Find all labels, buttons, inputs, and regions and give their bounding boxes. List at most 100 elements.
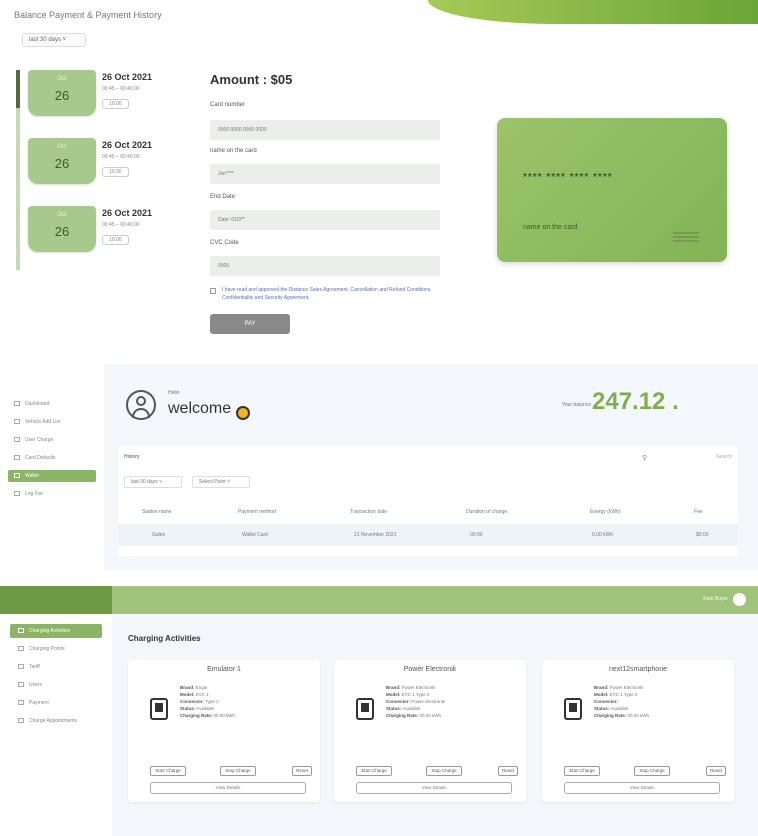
- history-badge: 10.00: [102, 99, 129, 109]
- info-value: EVC 1: [195, 692, 209, 697]
- scroll-thumb[interactable]: [16, 70, 20, 108]
- page-title: Charging Activities: [128, 634, 201, 643]
- agreement-text[interactable]: I have read and approved the Distance Sa…: [222, 286, 442, 302]
- period-filter[interactable]: last 30 days ˅: [124, 476, 182, 488]
- column-header: Fee: [694, 509, 703, 515]
- history-date-card[interactable]: Oct 26: [28, 70, 96, 116]
- page-title: Balance Payment & Payment History: [14, 10, 162, 20]
- greeting-small: Hello: [168, 390, 180, 396]
- stop-charge-button[interactable]: Stop Charge: [220, 766, 256, 776]
- history-item-info: 26 Oct 2021 00:45 – 00:40:00 10.00: [102, 208, 152, 246]
- agreement-checkbox[interactable]: [210, 288, 216, 294]
- reset-button[interactable]: Reset: [498, 766, 518, 776]
- stop-charge-button[interactable]: Stop Charge: [426, 766, 462, 776]
- station-name: Power Electronik: [403, 666, 457, 673]
- card-number-input[interactable]: [210, 120, 440, 140]
- sidebar-item-label: Log Out: [25, 491, 43, 497]
- column-header: Energy (kWh): [590, 509, 621, 515]
- user-name[interactable]: Kate Buyer: [703, 596, 728, 602]
- table-row[interactable]: Galen Wallet Card 21 November 2021 00:00…: [118, 524, 738, 546]
- sidebar-item-label: Card Defaults: [25, 455, 56, 461]
- table-cell: $0.00: [696, 532, 709, 538]
- info-key: Status:: [594, 706, 610, 711]
- start-charge-button[interactable]: Start Charge: [564, 766, 600, 776]
- sidebar-item-appointments[interactable]: Charge Appointments: [10, 714, 102, 728]
- credit-card-preview: **** **** **** **** name on the card: [497, 118, 727, 262]
- stop-charge-button[interactable]: Stop Charge: [634, 766, 670, 776]
- wallet-icon: [14, 473, 20, 479]
- search-input[interactable]: Search: [670, 454, 732, 464]
- station-info: Brand: Power Electronik Model: EVC 1 Typ…: [386, 684, 445, 719]
- info-key: Brand:: [594, 685, 609, 690]
- sidebar-item-vehicle[interactable]: Vehicle Add List: [8, 416, 96, 428]
- charging-section: Kate Buyer Charging Activities Charging …: [0, 586, 758, 836]
- start-charge-button[interactable]: Start Charge: [356, 766, 392, 776]
- info-value: Type 2: [205, 699, 219, 704]
- reset-button[interactable]: Reset: [292, 766, 312, 776]
- history-scrollbar[interactable]: [16, 70, 20, 270]
- end-date-input[interactable]: [210, 210, 440, 230]
- balance-label: Your balance: [562, 402, 592, 408]
- car-icon: [14, 419, 20, 425]
- sidebar-item-payment[interactable]: Payment: [10, 696, 102, 710]
- info-value: Available: [402, 706, 421, 711]
- history-date: 26 Oct 2021: [102, 72, 153, 82]
- search-icon[interactable]: ⚲: [642, 454, 647, 462]
- station-info: Brand: Power Electronik Model: EVC 1 Typ…: [594, 684, 649, 719]
- card-name-input[interactable]: [210, 164, 440, 184]
- info-value: 00.00 kWh: [419, 713, 442, 718]
- sidebar-item-tariff[interactable]: Tariff: [10, 660, 102, 674]
- history-month: Oct: [57, 144, 67, 150]
- sidebar-item-label: Tariff: [29, 664, 40, 670]
- history-month: Oct: [57, 212, 67, 218]
- balance-amount: 247.12 .: [592, 388, 679, 415]
- history-date-card[interactable]: Oct 26: [28, 138, 96, 184]
- sidebar-item-label: Dashboard: [25, 401, 50, 407]
- point-filter[interactable]: Select Point ˅: [192, 476, 250, 488]
- info-key: Connector:: [180, 699, 204, 704]
- sidebar-item-label: Payment: [29, 700, 49, 706]
- sidebar-item-label: Wallet: [25, 473, 39, 479]
- history-time: 00:45 – 00:40:00: [102, 222, 140, 228]
- sidebar-item-charging-activities[interactable]: Charging Activities: [10, 624, 102, 638]
- history-date: 26 Oct 2021: [102, 208, 153, 218]
- history-date: 26 Oct 2021: [102, 140, 153, 150]
- card-name-label: name on the card: [210, 148, 257, 154]
- sidebar-item-charge[interactable]: User Charge: [8, 434, 96, 446]
- charger-icon: [356, 698, 374, 720]
- info-value: 00.00 kWh: [627, 713, 650, 718]
- sidebar-item-dashboard[interactable]: Dashboard: [8, 398, 96, 410]
- history-date-card[interactable]: Oct 26: [28, 206, 96, 252]
- table-cell: 00:00: [470, 532, 483, 538]
- view-details-button[interactable]: View Details: [564, 782, 720, 794]
- view-details-button[interactable]: View Details: [150, 782, 306, 794]
- reset-button[interactable]: Reset: [706, 766, 726, 776]
- sidebar-item-charging-points[interactable]: Charging Points: [10, 642, 102, 656]
- sidebar-item-users[interactable]: Users: [10, 678, 102, 692]
- plug-icon: [14, 437, 20, 443]
- charging-main: Charging Activities Emulator 1 Brand: En…: [112, 614, 758, 836]
- logout-icon: [14, 491, 20, 497]
- info-key: Status:: [180, 706, 196, 711]
- period-filter-dropdown[interactable]: last 30 days ˅: [22, 33, 86, 47]
- greeting-title: welcome: [168, 400, 232, 417]
- card-logo-icon: [673, 232, 699, 244]
- start-charge-button[interactable]: Start Charge: [150, 766, 186, 776]
- station-card: Emulator 1 Brand: Engie Model: EVC 1 Con…: [128, 660, 320, 802]
- user-avatar[interactable]: [733, 593, 746, 606]
- sidebar-item-logout[interactable]: Log Out: [8, 488, 96, 500]
- payment-amount: Amount : $05: [210, 72, 293, 87]
- sidebar-item-cards[interactable]: Card Defaults: [8, 452, 96, 464]
- sidebar-item-label: Vehicle Add List: [25, 419, 61, 425]
- sidebar-item-wallet[interactable]: Wallet: [8, 470, 96, 482]
- cvc-input[interactable]: [210, 256, 440, 276]
- column-header: Transaction date: [350, 509, 388, 515]
- info-value: Available: [610, 706, 629, 711]
- payment-section: Balance Payment & Payment History last 3…: [0, 0, 758, 352]
- view-details-button[interactable]: View Details: [356, 782, 512, 794]
- history-day: 26: [54, 224, 70, 239]
- pay-button[interactable]: PAY: [210, 314, 290, 334]
- history-badge: 10.00: [102, 167, 129, 177]
- sidebar-item-label: Users: [29, 682, 43, 688]
- table-cell: 21 November 2021: [354, 532, 397, 538]
